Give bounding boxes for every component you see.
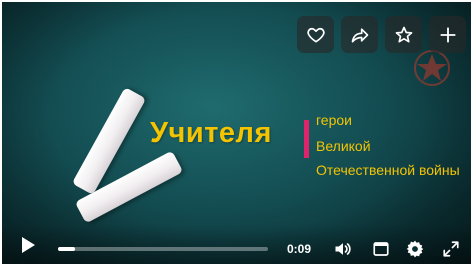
subtitle-line: герои (316, 112, 352, 128)
fullscreen-icon (443, 241, 459, 257)
progress-fill (58, 247, 75, 251)
subtitle-line: Великой (316, 138, 371, 154)
add-button[interactable] (429, 16, 466, 53)
subtitle-line: Отечественной войны (316, 162, 460, 178)
play-button[interactable] (18, 235, 38, 255)
video-player[interactable]: Учителя герои Великой Отечественной войн… (2, 2, 471, 264)
plus-icon (439, 26, 456, 43)
share-icon (351, 27, 368, 43)
video-title: Учителя (150, 117, 272, 149)
progress-bar[interactable] (58, 247, 268, 251)
heart-icon (306, 27, 325, 43)
star-icon (395, 26, 412, 43)
share-button[interactable] (341, 16, 378, 53)
volume-icon (335, 243, 351, 255)
emblem-icon (414, 50, 450, 86)
volume-button[interactable] (332, 238, 354, 260)
controls-bar (2, 224, 471, 264)
settings-button[interactable] (404, 238, 426, 260)
time-display: 0:09 (287, 242, 312, 256)
favorite-button[interactable] (385, 16, 422, 53)
title-divider (304, 120, 309, 158)
fullscreen-button[interactable] (440, 238, 462, 260)
gear-icon (406, 240, 424, 258)
play-icon (22, 237, 35, 253)
like-button[interactable] (297, 16, 334, 53)
miniplayer-button[interactable] (370, 238, 392, 260)
miniplayer-icon (373, 242, 389, 256)
